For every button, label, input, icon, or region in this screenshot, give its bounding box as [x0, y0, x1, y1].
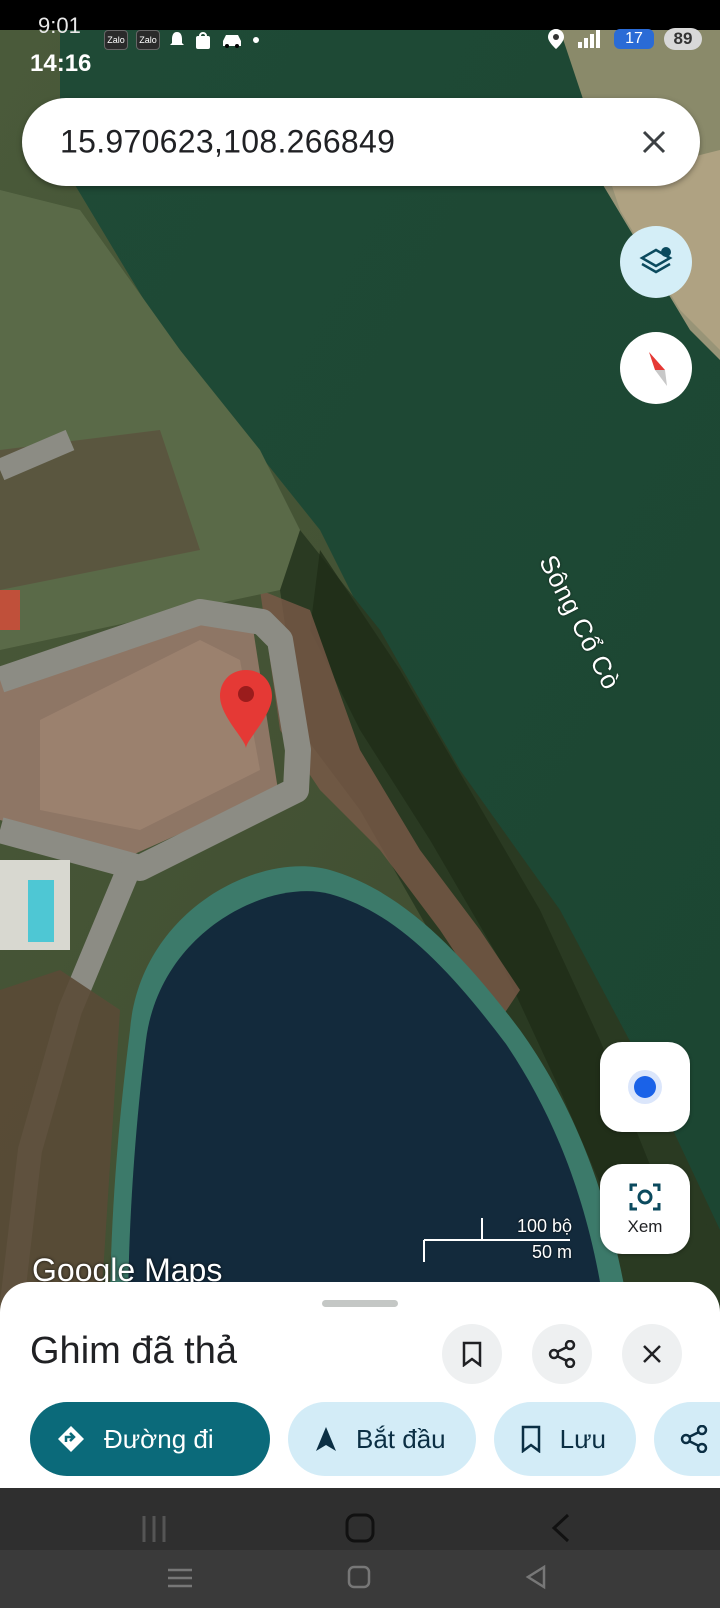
place-title: Ghim đã thả	[30, 1330, 237, 1372]
view-label: Xem	[627, 1217, 663, 1236]
compass-button[interactable]	[620, 332, 692, 404]
search-bar[interactable]: 15.970623,108.266849	[22, 98, 700, 186]
scale-label-feet: 100 bộ	[516, 1216, 572, 1236]
location-dot-icon	[634, 1076, 656, 1098]
back-icon-ghost	[551, 1513, 570, 1543]
close-icon	[642, 130, 666, 154]
search-input[interactable]: 15.970623,108.266849	[60, 124, 395, 161]
drag-handle[interactable]	[322, 1300, 398, 1307]
home-button[interactable]	[346, 1564, 372, 1590]
layers-icon	[639, 247, 673, 274]
save-button[interactable]: Lưu	[493, 1402, 636, 1476]
place-sheet[interactable]: Ghim đã thả Đường đi Bắt đầu Lưu C	[0, 1282, 720, 1488]
scale-label-meters: 50 m	[531, 1242, 572, 1262]
start-button[interactable]: Bắt đầu	[288, 1402, 476, 1476]
directions-button[interactable]: Đường đi	[30, 1402, 270, 1476]
directions-icon	[58, 1426, 84, 1452]
map-scale: 100 bộ 50 m	[422, 1216, 572, 1264]
navigation-arrow-icon	[316, 1427, 336, 1451]
home-icon-ghost	[345, 1513, 375, 1543]
recents-icon-ghost	[142, 1516, 166, 1542]
share-icon	[680, 1425, 708, 1453]
close-sheet-button[interactable]	[622, 1324, 682, 1384]
clear-search-button[interactable]	[634, 122, 674, 162]
share-chip-button[interactable]: C	[653, 1402, 720, 1476]
start-label: Bắt đầu	[356, 1423, 446, 1454]
bookmark-icon	[462, 1341, 482, 1367]
system-nav-bar	[0, 1488, 720, 1608]
status-bar-top	[0, 0, 720, 30]
camera-scan-icon	[629, 1183, 661, 1211]
directions-label: Đường đi	[104, 1423, 214, 1454]
recents-button[interactable]	[166, 1566, 194, 1590]
bookmark-icon	[521, 1425, 540, 1453]
save-label: Lưu	[559, 1423, 606, 1454]
view-button[interactable]: Xem	[600, 1164, 690, 1254]
bookmark-button[interactable]	[442, 1324, 502, 1384]
layers-button[interactable]	[620, 226, 692, 298]
compass-icon	[649, 352, 667, 386]
close-icon	[643, 1345, 661, 1363]
share-button[interactable]	[532, 1324, 592, 1384]
my-location-button[interactable]	[600, 1042, 690, 1132]
back-button[interactable]	[524, 1564, 548, 1590]
action-chips: Đường đi Bắt đầu Lưu C	[30, 1402, 720, 1476]
share-icon	[548, 1340, 576, 1368]
